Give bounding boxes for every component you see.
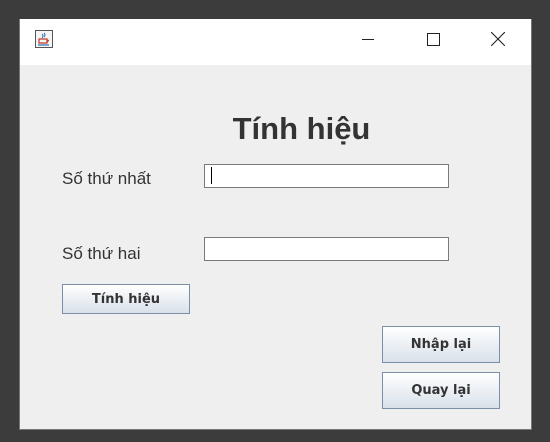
app-window: Tính hiệu Số thứ nhất Số thứ hai Tính hi… (19, 19, 532, 430)
first-number-input[interactable] (204, 164, 449, 188)
maximize-icon (426, 32, 440, 46)
close-button[interactable] (475, 19, 521, 59)
minimize-icon (362, 39, 374, 40)
java-cup-icon (35, 30, 53, 48)
first-number-label: Số thứ nhất (62, 169, 151, 188)
text-caret (211, 167, 212, 184)
title-bar[interactable] (20, 19, 531, 65)
back-button[interactable]: Quay lại (382, 372, 500, 409)
first-number-field-wrap (204, 164, 449, 188)
page-title: Tính hiệu (232, 111, 371, 146)
maximize-button[interactable] (410, 19, 456, 59)
second-number-input[interactable] (204, 237, 449, 261)
close-icon (491, 32, 505, 46)
compute-difference-button[interactable]: Tính hiệu (62, 284, 190, 314)
reset-button[interactable]: Nhập lại (382, 326, 500, 363)
second-number-label: Số thứ hai (62, 244, 141, 263)
minimize-button[interactable] (345, 19, 391, 59)
